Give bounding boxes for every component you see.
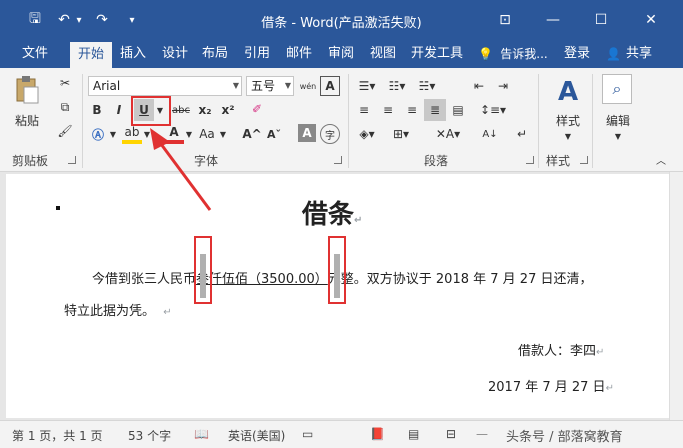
annotation-arrow — [150, 128, 212, 211]
